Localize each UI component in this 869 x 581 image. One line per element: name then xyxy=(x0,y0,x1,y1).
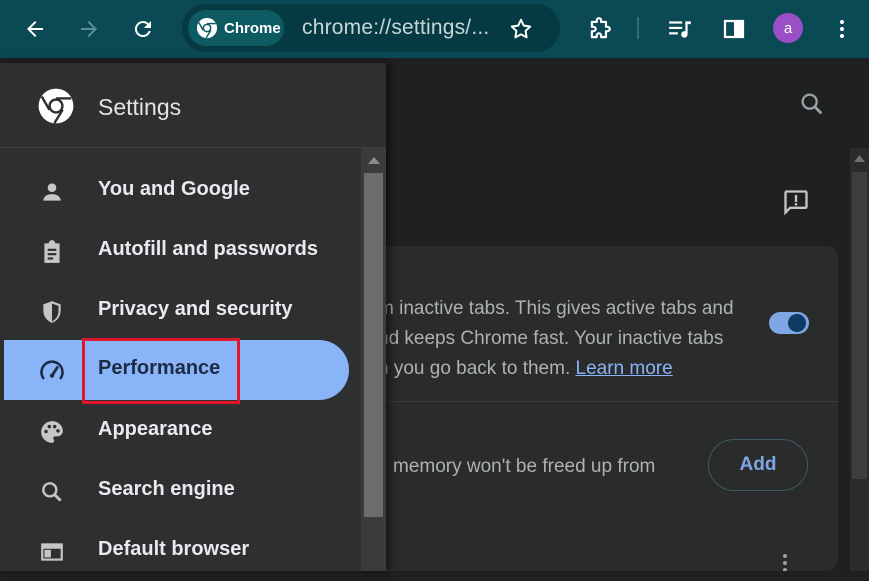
page-scroll-up-icon[interactable] xyxy=(853,152,866,164)
reload-button[interactable] xyxy=(123,9,163,49)
bookmark-star-button[interactable] xyxy=(508,16,534,47)
back-button[interactable] xyxy=(15,9,55,49)
toolbar-divider xyxy=(637,17,639,39)
always-active-sites-desc: memory won't be freed up from xyxy=(393,456,656,477)
chrome-logo-icon xyxy=(38,88,74,124)
more-actions-icon[interactable] xyxy=(775,552,795,571)
performance-card xyxy=(373,246,838,571)
page-scrollbar-thumb[interactable] xyxy=(852,172,867,479)
chrome-site-chip[interactable]: Chrome xyxy=(188,10,284,46)
search-icon xyxy=(38,478,66,506)
sidebar-item-label: Appearance xyxy=(98,418,213,440)
highlight-box xyxy=(82,338,240,404)
forward-button[interactable] xyxy=(69,9,109,49)
sidebar-item-search-engine[interactable]: Search engine xyxy=(0,461,350,521)
side-panel-button[interactable] xyxy=(714,9,754,49)
person-icon xyxy=(38,178,66,206)
feedback-icon xyxy=(784,190,808,216)
toggle-knob xyxy=(788,314,806,332)
add-site-button[interactable]: Add xyxy=(708,439,808,491)
search-icon xyxy=(801,93,823,115)
card-divider xyxy=(373,401,838,402)
chrome-logo-icon xyxy=(196,17,218,39)
memory-saver-toggle[interactable] xyxy=(769,312,809,334)
drawer-scroll-up-icon[interactable] xyxy=(367,154,381,166)
chip-label: Chrome xyxy=(224,19,281,37)
sidebar-item-you-and-google[interactable]: You and Google xyxy=(0,161,350,221)
media-controls-button[interactable] xyxy=(660,9,700,49)
speedometer-icon xyxy=(38,357,66,385)
drawer-divider xyxy=(0,147,386,148)
arrow-left-icon xyxy=(27,21,43,37)
browser-window-icon xyxy=(38,538,66,566)
sidebar-item-appearance[interactable]: Appearance xyxy=(0,401,350,461)
menu-button[interactable] xyxy=(822,9,862,49)
memory-saver-desc-line2: nd keeps Chrome fast. Your inactive tabs xyxy=(378,328,724,349)
browser-toolbar: Chrome chrome://settings/... a xyxy=(0,0,869,58)
clipboard-icon xyxy=(38,238,66,266)
shield-icon xyxy=(38,298,66,326)
reload-icon xyxy=(134,21,151,38)
sidebar-item-label: Search engine xyxy=(98,478,235,500)
sidebar-item-autofill[interactable]: Autofill and passwords xyxy=(0,221,350,281)
settings-title: Settings xyxy=(98,94,182,120)
sidebar-item-label: You and Google xyxy=(98,178,250,200)
extensions-button[interactable] xyxy=(580,9,620,49)
sidebar-item-label: Default browser xyxy=(98,538,250,560)
profile-avatar[interactable]: a xyxy=(773,13,803,43)
url-text[interactable]: chrome://settings/... xyxy=(302,16,489,40)
sidebar-item-label: Privacy and security xyxy=(98,298,293,320)
search-settings-button[interactable] xyxy=(798,90,826,123)
queue-music-icon xyxy=(669,21,691,38)
sidebar-item-privacy[interactable]: Privacy and security xyxy=(0,281,350,341)
side-panel-icon xyxy=(723,19,745,39)
sidebar-item-label: Autofill and passwords xyxy=(98,238,319,260)
star-outline-icon xyxy=(510,18,532,39)
more-vert-icon xyxy=(840,20,844,38)
arrow-right-icon xyxy=(81,21,97,37)
puzzle-icon xyxy=(590,17,611,39)
sidebar-item-default-browser[interactable]: Default browser xyxy=(0,521,350,581)
learn-more-link[interactable]: Learn more xyxy=(576,358,673,379)
memory-saver-desc-line3: n you go back to them. Learn more xyxy=(378,358,673,379)
address-bar[interactable]: Chrome chrome://settings/... xyxy=(182,4,560,52)
drawer-scrollbar-thumb[interactable] xyxy=(364,173,383,517)
memory-saver-desc-line1: m inactive tabs. This gives active tabs … xyxy=(378,298,734,319)
feedback-button[interactable] xyxy=(782,188,810,221)
palette-icon xyxy=(38,418,66,446)
